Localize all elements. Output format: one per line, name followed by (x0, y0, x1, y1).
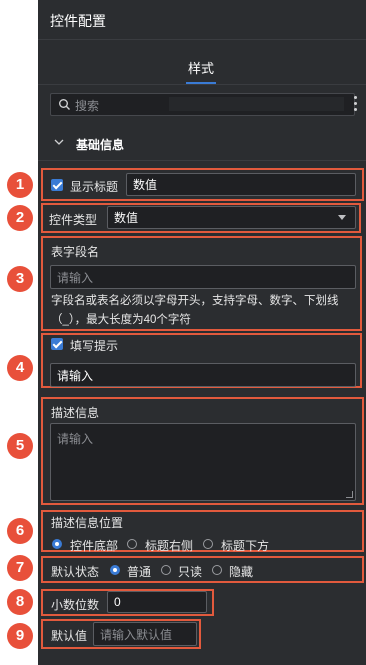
step-badge-5: 5 (7, 433, 33, 459)
default-value-input[interactable]: 请输入默认值 (93, 622, 197, 646)
step-badge-7: 7 (7, 555, 33, 581)
field-name-hint: 字段名或表名必须以字母开头，支持字母、数字、下划线（_），最大长度为40个字符 (51, 295, 339, 326)
decimals-input[interactable]: 0 (107, 591, 207, 613)
control-type-select[interactable]: 数值 (107, 206, 356, 229)
field-name-input[interactable]: 请输入 (50, 265, 356, 289)
title-text-input[interactable]: 数值 (126, 173, 356, 196)
radio-desc-right-label[interactable]: 标题右侧 (145, 537, 193, 554)
radio-state-hidden[interactable] (212, 565, 222, 575)
radio-state-normal-label[interactable]: 普通 (127, 563, 151, 580)
default-value-label: 默认值 (51, 629, 88, 643)
fill-hint-input[interactable]: 请输入 (50, 363, 356, 387)
fill-hint-checkbox[interactable] (51, 338, 63, 350)
show-title-label: 显示标题 (70, 180, 119, 194)
tab-style[interactable]: 样式 (188, 58, 214, 77)
search-icon (59, 99, 70, 110)
search-scroll-track (169, 97, 344, 111)
description-textarea[interactable]: 请输入 (50, 423, 356, 501)
more-vertical-icon[interactable] (354, 96, 358, 112)
step-badge-9: 9 (7, 623, 33, 649)
control-type-value: 数值 (114, 211, 139, 225)
divider (38, 84, 366, 85)
step-badge-2: 2 (7, 205, 33, 231)
step-badge-4: 4 (7, 355, 33, 381)
panel-title: 控件配置 (50, 13, 106, 29)
step-badge-6: 6 (7, 518, 33, 544)
desc-position-label: 描述信息位置 (51, 516, 124, 530)
radio-state-readonly-label[interactable]: 只读 (178, 563, 202, 580)
radio-desc-bottom-label[interactable]: 控件底部 (70, 537, 118, 554)
resize-handle-icon[interactable] (346, 491, 353, 498)
radio-state-normal[interactable] (110, 565, 120, 575)
radio-desc-bottom[interactable] (52, 539, 62, 549)
chevron-down-icon (54, 139, 64, 145)
caret-down-icon (338, 215, 346, 220)
divider (38, 39, 366, 40)
radio-state-hidden-label[interactable]: 隐藏 (229, 563, 253, 580)
control-type-label: 控件类型 (49, 213, 98, 227)
default-state-label: 默认状态 (51, 565, 100, 579)
decimals-label: 小数位数 (51, 598, 100, 612)
radio-desc-below[interactable] (203, 539, 213, 549)
step-badge-1: 1 (7, 172, 33, 198)
show-title-checkbox[interactable] (51, 179, 63, 191)
radio-desc-right[interactable] (127, 539, 137, 549)
step-badge-8: 8 (7, 589, 33, 615)
field-name-label: 表字段名 (51, 245, 100, 259)
radio-state-readonly[interactable] (161, 565, 171, 575)
divider (38, 160, 366, 161)
step-badge-3: 3 (7, 266, 33, 292)
description-placeholder: 请输入 (57, 432, 94, 446)
search-placeholder: 搜索 (75, 99, 100, 113)
radio-desc-below-label[interactable]: 标题下方 (221, 537, 269, 554)
group-label: 基础信息 (76, 138, 125, 152)
description-label: 描述信息 (51, 406, 100, 420)
fill-hint-label: 填写提示 (70, 339, 119, 353)
search-input[interactable]: 搜索 (50, 93, 355, 116)
